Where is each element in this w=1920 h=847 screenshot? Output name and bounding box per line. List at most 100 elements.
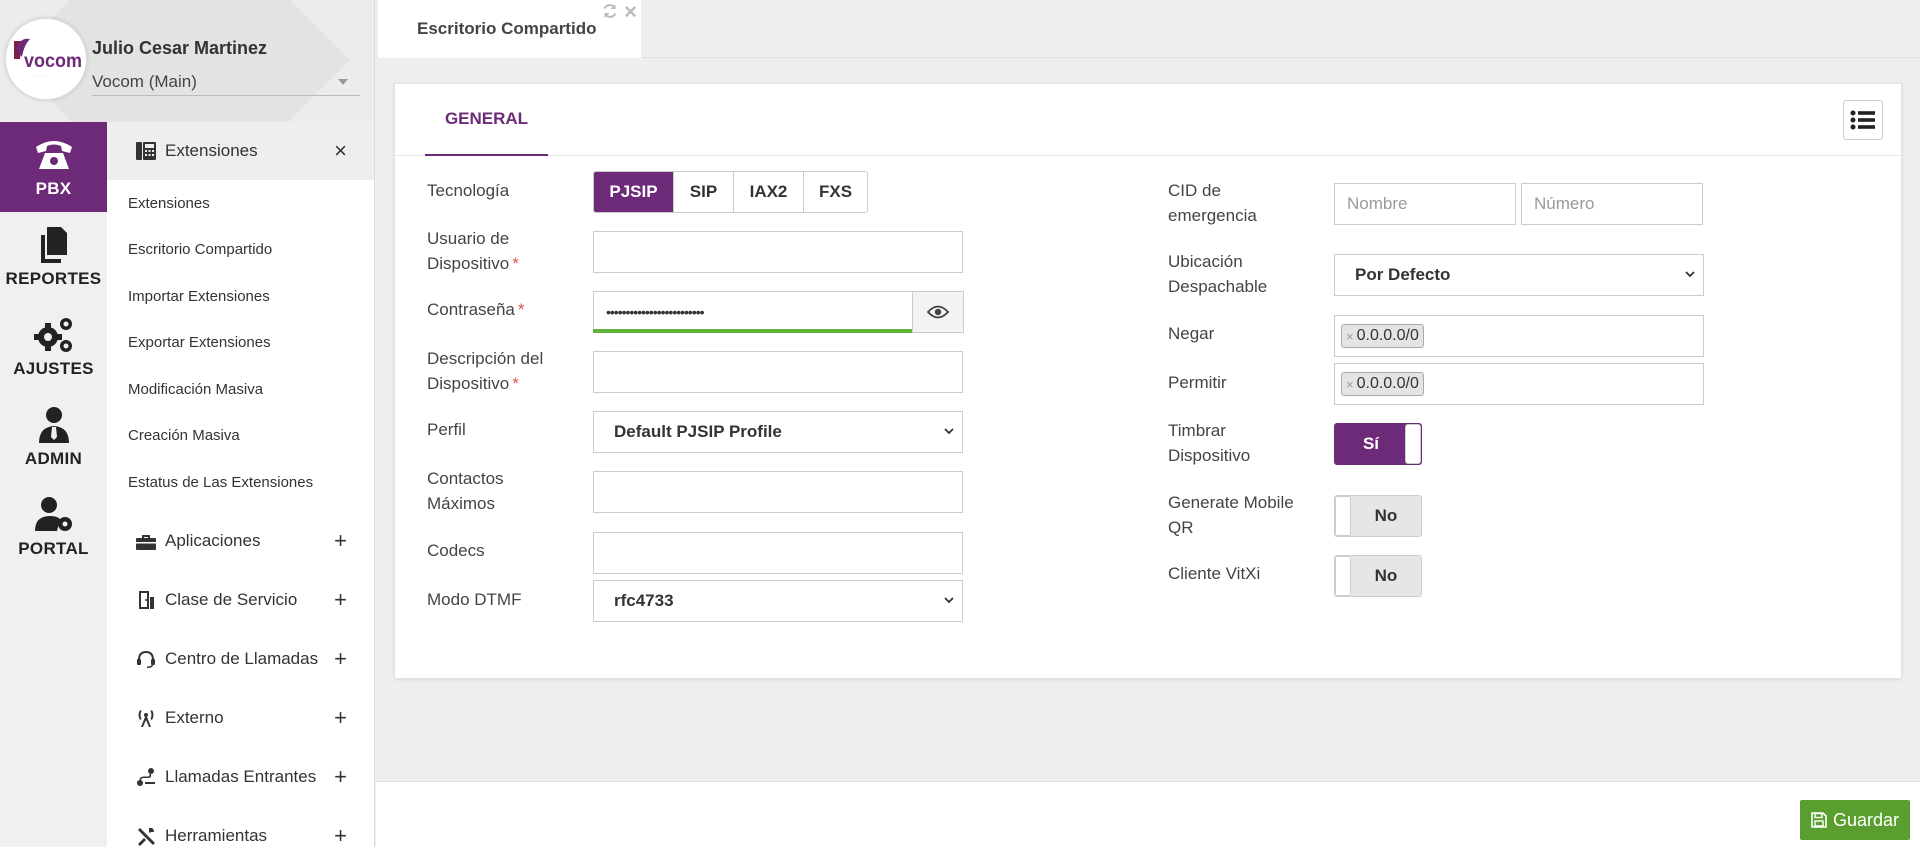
menu-group-aplicaciones[interactable]: Aplicaciones +: [107, 512, 374, 571]
toggle-label: Sí: [1362, 434, 1380, 453]
password-strength-bar: [593, 329, 913, 333]
required-mark: *: [512, 254, 519, 273]
label-line: Usuario de: [427, 229, 510, 248]
modo-dtmf-select[interactable]: rfc4733: [593, 580, 963, 622]
rail-item-reportes[interactable]: REPORTES: [0, 212, 107, 302]
remove-tag-icon[interactable]: ×: [1346, 377, 1354, 392]
label-line: Descripción del: [427, 349, 544, 368]
documents-icon: [40, 227, 67, 263]
svg-text:· · · · · ·: · · · · · ·: [34, 73, 48, 78]
extension-form-card: GENERAL Tecnología PJSIP SIP IAX2 FXS Us…: [394, 83, 1902, 679]
generate-mobile-qr-toggle[interactable]: No: [1334, 495, 1422, 537]
admin-user-icon: [38, 407, 69, 443]
close-tab-icon[interactable]: ×: [624, 0, 637, 24]
chevron-down-icon: [1685, 271, 1695, 278]
main-content: GENERAL Tecnología PJSIP SIP IAX2 FXS Us…: [376, 59, 1920, 781]
negar-tag-input[interactable]: × 0.0.0.0/0: [1334, 315, 1704, 357]
cliente-vitxi-toggle[interactable]: No: [1334, 555, 1422, 597]
list-menu-button[interactable]: [1843, 100, 1883, 140]
required-mark: *: [517, 300, 525, 319]
company-logo: vocom · · · · · ·: [5, 18, 87, 100]
menu-group-llamadas-entrantes[interactable]: Llamadas Entrantes +: [107, 748, 374, 807]
usuario-dispositivo-input[interactable]: [593, 231, 963, 273]
toggle-label: No: [1374, 566, 1398, 585]
collapse-icon[interactable]: ×: [334, 140, 347, 162]
label-line: Dispositivo: [1168, 446, 1251, 465]
perfil-select[interactable]: Default PJSIP Profile: [593, 411, 963, 453]
descripcion-input[interactable]: [593, 351, 963, 393]
rail-item-pbx[interactable]: PBX: [0, 122, 107, 212]
timbrar-dispositivo-toggle[interactable]: Sí: [1334, 423, 1422, 465]
expand-icon[interactable]: +: [334, 648, 347, 670]
label-line: Máximos: [427, 494, 496, 513]
menu-link-modificacion-masiva[interactable]: Modificación Masiva: [107, 366, 374, 413]
refresh-icon[interactable]: [601, 2, 619, 20]
label-line: Contactos: [427, 469, 504, 488]
contactos-maximos-input[interactable]: [593, 471, 963, 513]
tab-bar: Escritorio Compartido ×: [376, 0, 1920, 58]
save-label: Guardar: [1832, 809, 1900, 830]
tecnologia-segmented: PJSIP SIP IAX2 FXS: [593, 171, 868, 213]
expand-icon[interactable]: +: [334, 766, 347, 788]
show-password-button[interactable]: [912, 291, 964, 333]
menu-link-creacion-masiva[interactable]: Creación Masiva: [107, 413, 374, 460]
menu-link-exportar-extensiones[interactable]: Exportar Extensiones: [107, 320, 374, 367]
menu-group-label: Herramientas: [165, 826, 268, 845]
menu-link-extensiones[interactable]: Extensiones: [107, 180, 374, 227]
tech-option-sip[interactable]: SIP: [674, 172, 734, 212]
pbx-extension-icon: [136, 142, 156, 160]
tab-escritorio-compartido[interactable]: Escritorio Compartido ×: [378, 0, 641, 58]
toggle-knob: [1405, 424, 1421, 464]
user-gear-icon: [34, 497, 72, 531]
menu-group-label: Llamadas Entrantes: [165, 767, 317, 786]
tech-option-fxs[interactable]: FXS: [804, 172, 867, 212]
contrasena-input[interactable]: •••••••••••••••••••••••••: [593, 291, 913, 333]
cid-numero-input[interactable]: Número: [1521, 183, 1703, 225]
form-tabs: GENERAL: [395, 84, 1901, 156]
contactos-maximos-label: Contactos Máximos: [427, 466, 504, 516]
user-header: vocom · · · · · · Julio Cesar Martinez V…: [0, 0, 374, 122]
remove-tag-icon[interactable]: ×: [1346, 329, 1354, 344]
rail-item-admin[interactable]: ADMIN: [0, 392, 107, 482]
chevron-down-icon: [944, 597, 954, 604]
menu-group-label: Clase de Servicio: [165, 590, 298, 609]
label-line: Generate Mobile: [1168, 493, 1294, 512]
menu-group-herramientas[interactable]: Herramientas +: [107, 807, 374, 847]
menu-group-extensiones[interactable]: Extensiones ×: [107, 122, 374, 180]
tech-option-pjsip[interactable]: PJSIP: [594, 172, 674, 212]
tab-general[interactable]: GENERAL: [425, 84, 548, 156]
expand-icon[interactable]: +: [334, 707, 347, 729]
rail-item-ajustes[interactable]: AJUSTES: [0, 302, 107, 392]
list-icon: [1850, 110, 1875, 130]
tech-option-iax2[interactable]: IAX2: [734, 172, 804, 212]
ubicacion-despachable-select[interactable]: Por Defecto: [1334, 254, 1704, 296]
rail-item-portal[interactable]: PORTAL: [0, 482, 107, 572]
codecs-input[interactable]: [593, 532, 963, 574]
ubicacion-despachable-label: Ubicación Despachable: [1168, 249, 1267, 299]
menu-link-escritorio-compartido[interactable]: Escritorio Compartido: [107, 227, 374, 274]
toggle-label: No: [1374, 506, 1398, 525]
save-button[interactable]: Guardar: [1800, 800, 1910, 840]
expand-icon[interactable]: +: [334, 825, 347, 847]
cid-nombre-input[interactable]: Nombre: [1334, 183, 1516, 225]
tenant-select[interactable]: Vocom (Main): [92, 68, 360, 96]
modo-dtmf-label: Modo DTMF: [427, 590, 522, 609]
footer-bar: Guardar: [376, 781, 1920, 847]
menu-group-label: Externo: [165, 708, 224, 727]
label-line: Dispositivo: [427, 254, 510, 273]
expand-icon[interactable]: +: [334, 530, 347, 552]
perfil-label: Perfil: [427, 420, 466, 439]
menu-group-centro-de-llamadas[interactable]: Centro de Llamadas +: [107, 630, 374, 689]
tenant-select-value: Vocom (Main): [92, 71, 197, 91]
label-line: Despachable: [1168, 277, 1268, 296]
menu-group-externo[interactable]: Externo +: [107, 689, 374, 748]
menu-link-estatus-extensiones[interactable]: Estatus de Las Extensiones: [107, 459, 374, 506]
menu-group-clase-de-servicio[interactable]: Clase de Servicio +: [107, 571, 374, 630]
expand-icon[interactable]: +: [334, 589, 347, 611]
menu-link-importar-extensiones[interactable]: Importar Extensiones: [107, 273, 374, 320]
permitir-tag-input[interactable]: × 0.0.0.0/0: [1334, 363, 1704, 405]
logo-wordmark: vocom: [24, 51, 82, 72]
antenna-icon: [138, 710, 154, 727]
tab-label: Escritorio Compartido: [417, 19, 597, 38]
headset-icon: [137, 651, 155, 668]
